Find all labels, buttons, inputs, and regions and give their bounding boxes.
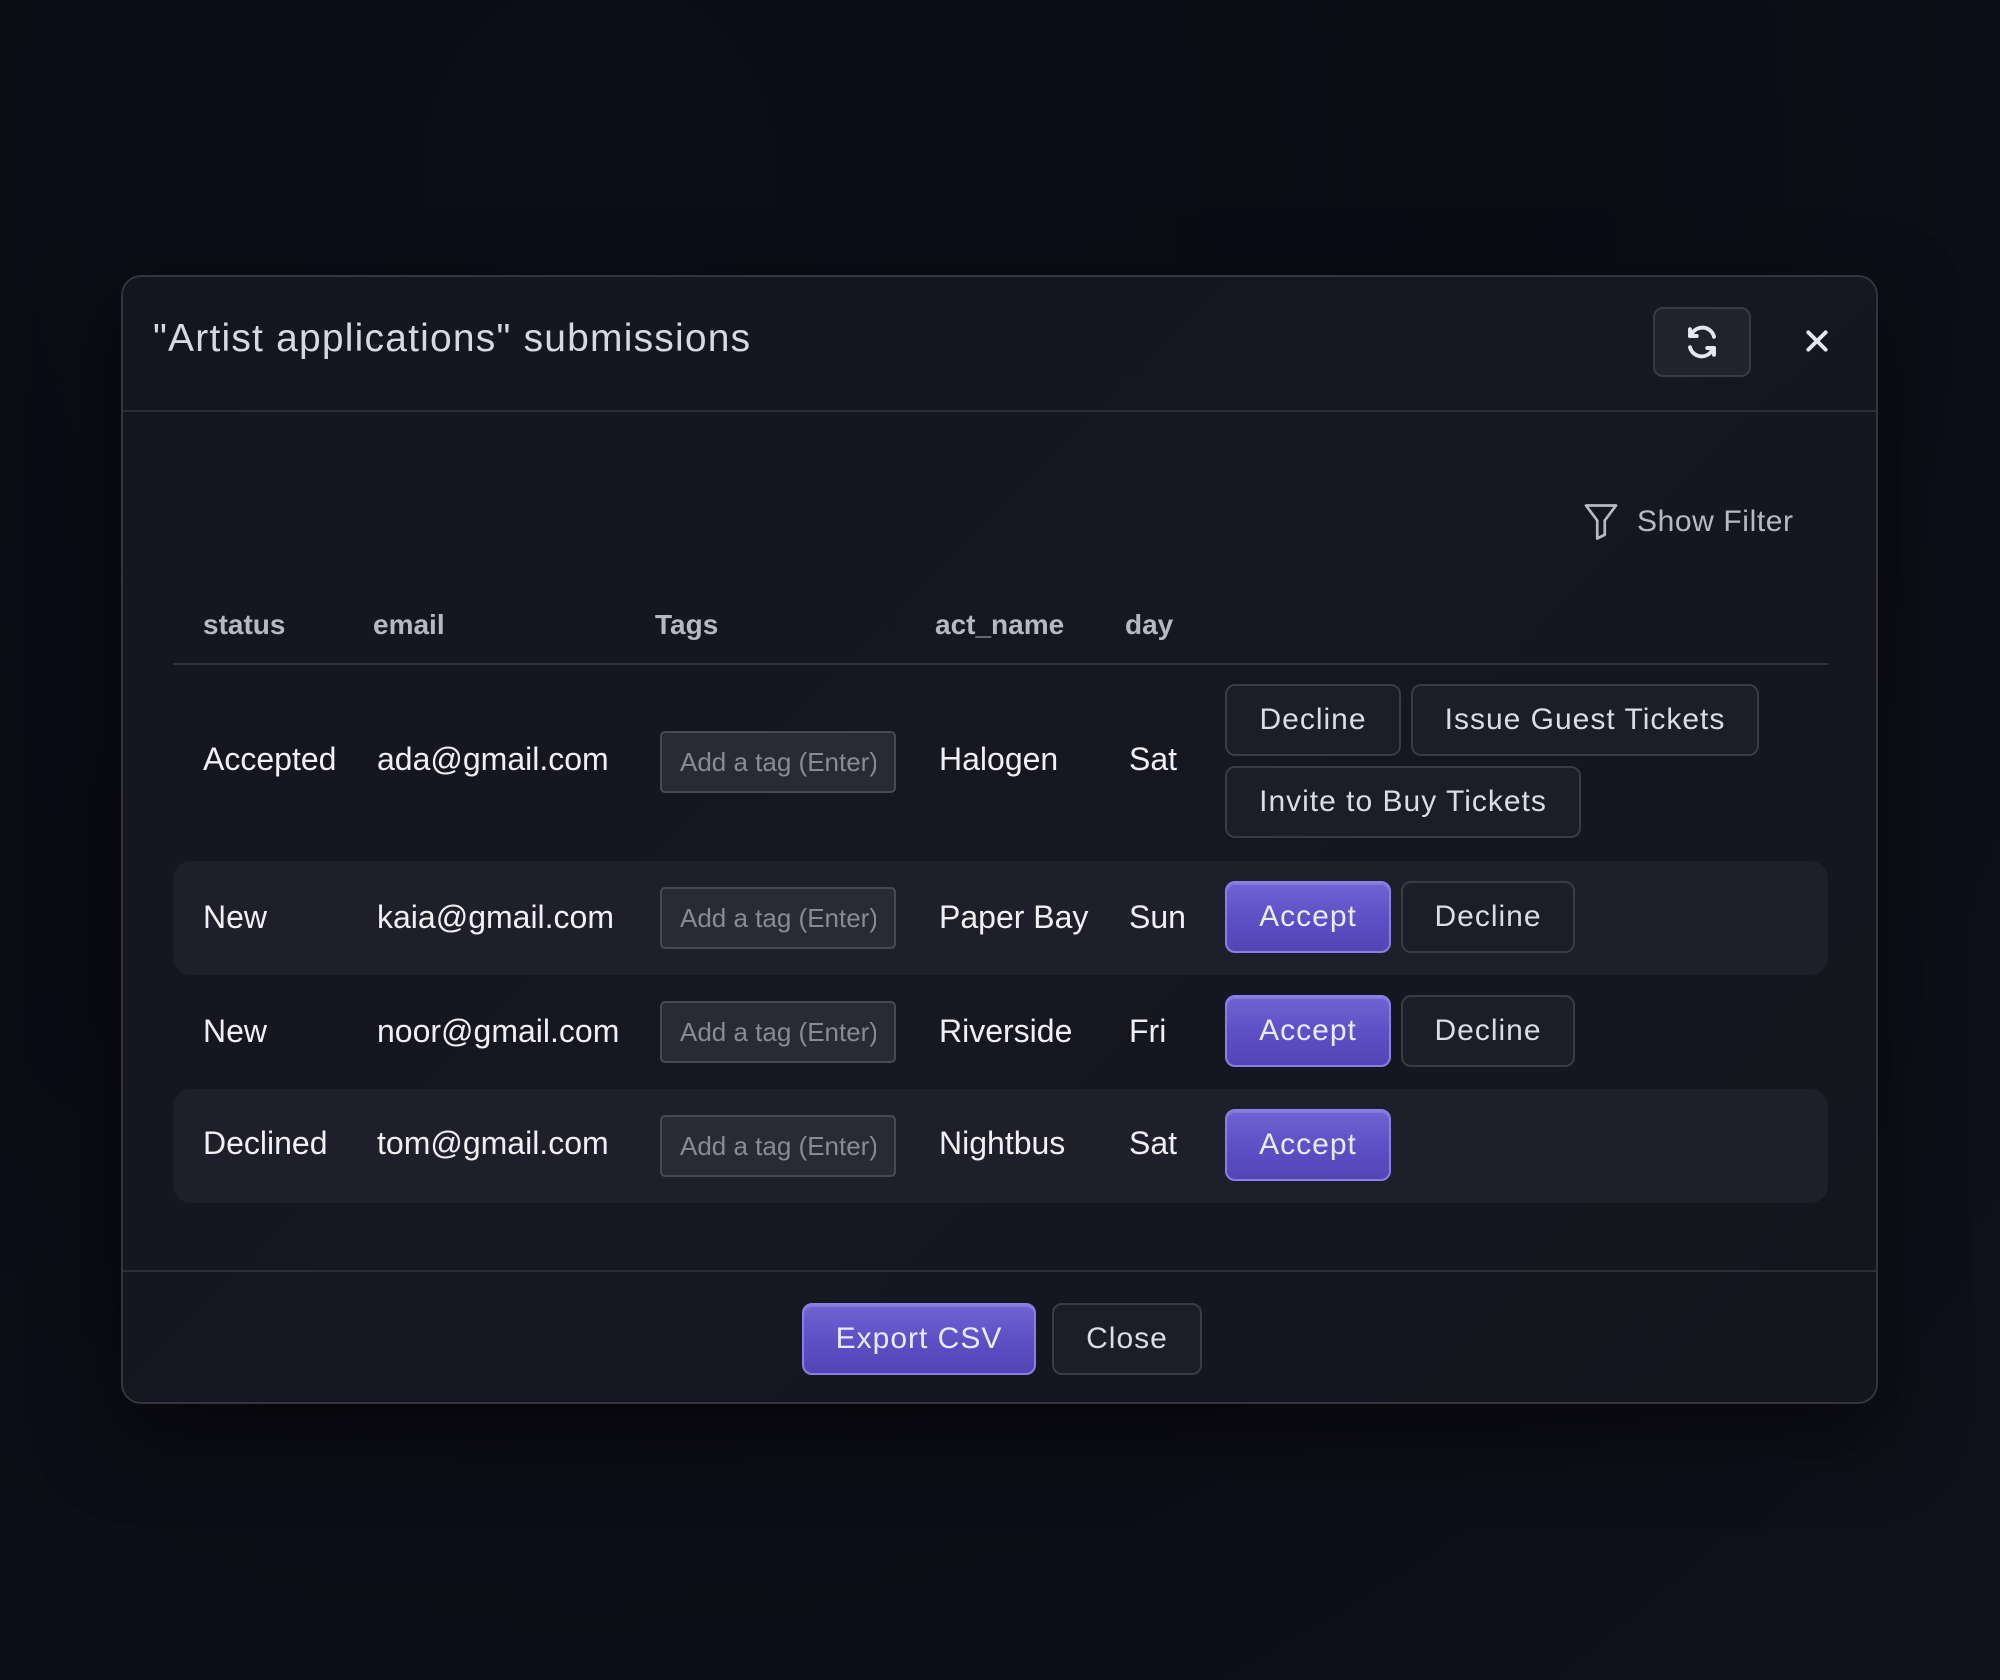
column-tags[interactable]: Tags bbox=[655, 609, 718, 641]
email-cell: ada@gmail.com bbox=[377, 741, 609, 777]
decline-button[interactable]: Decline bbox=[1225, 684, 1401, 756]
status-cell: Declined bbox=[203, 1125, 328, 1161]
table-row: New kaia@gmail.com Paper Bay Sun Accept … bbox=[173, 861, 1828, 975]
export-csv-button[interactable]: Export CSV bbox=[802, 1303, 1036, 1375]
modal-footer: Export CSV Close bbox=[123, 1270, 1876, 1406]
show-filter-toggle[interactable]: Show Filter bbox=[1583, 497, 1794, 547]
table-row: Accepted ada@gmail.com Halogen Sat Decli… bbox=[173, 665, 1828, 861]
decline-button[interactable]: Decline bbox=[1401, 995, 1575, 1067]
column-email[interactable]: email bbox=[373, 609, 445, 641]
close-icon bbox=[1806, 330, 1828, 352]
table-row: New noor@gmail.com Riverside Fri Accept … bbox=[173, 975, 1828, 1089]
act-name-cell: Nightbus bbox=[939, 1125, 1066, 1161]
refresh-icon bbox=[1688, 325, 1716, 359]
refresh-button[interactable] bbox=[1653, 307, 1751, 377]
tag-input[interactable] bbox=[660, 1001, 896, 1063]
act-name-cell: Riverside bbox=[939, 1013, 1073, 1049]
close-x-button[interactable] bbox=[1791, 315, 1843, 367]
status-cell: New bbox=[203, 1013, 268, 1049]
tag-input[interactable] bbox=[660, 887, 896, 949]
column-status[interactable]: status bbox=[203, 609, 285, 641]
email-cell: tom@gmail.com bbox=[377, 1125, 609, 1161]
submissions-modal: "Artist applications" submissions Show F… bbox=[121, 275, 1878, 1404]
accept-button[interactable]: Accept bbox=[1225, 995, 1391, 1067]
accept-button[interactable]: Accept bbox=[1225, 1109, 1391, 1181]
column-act-name[interactable]: act_name bbox=[935, 609, 1064, 641]
decline-button[interactable]: Decline bbox=[1401, 881, 1575, 953]
table-header: status email Tags act_name day bbox=[173, 595, 1828, 665]
show-filter-label: Show Filter bbox=[1637, 505, 1794, 538]
day-cell: Sun bbox=[1129, 899, 1186, 935]
email-cell: kaia@gmail.com bbox=[377, 899, 614, 935]
status-cell: New bbox=[203, 899, 268, 935]
act-name-cell: Paper Bay bbox=[939, 899, 1089, 935]
status-cell: Accepted bbox=[203, 741, 337, 777]
tag-input[interactable] bbox=[660, 731, 896, 793]
submissions-table: status email Tags act_name day Accepted … bbox=[173, 595, 1828, 1203]
invite-to-buy-tickets-button[interactable]: Invite to Buy Tickets bbox=[1225, 766, 1581, 838]
funnel-icon bbox=[1584, 504, 1618, 540]
column-day[interactable]: day bbox=[1125, 609, 1173, 641]
day-cell: Fri bbox=[1129, 1013, 1167, 1049]
accept-button[interactable]: Accept bbox=[1225, 881, 1391, 953]
day-cell: Sat bbox=[1129, 741, 1178, 777]
email-cell: noor@gmail.com bbox=[377, 1013, 620, 1049]
issue-guest-tickets-button[interactable]: Issue Guest Tickets bbox=[1411, 684, 1759, 756]
act-name-cell: Halogen bbox=[939, 741, 1059, 777]
tag-input[interactable] bbox=[660, 1115, 896, 1177]
modal-title: "Artist applications" submissions bbox=[153, 317, 752, 360]
table-row: Declined tom@gmail.com Nightbus Sat Acce… bbox=[173, 1089, 1828, 1203]
day-cell: Sat bbox=[1129, 1125, 1178, 1161]
modal-header: "Artist applications" submissions bbox=[123, 277, 1876, 412]
close-button[interactable]: Close bbox=[1052, 1303, 1202, 1375]
